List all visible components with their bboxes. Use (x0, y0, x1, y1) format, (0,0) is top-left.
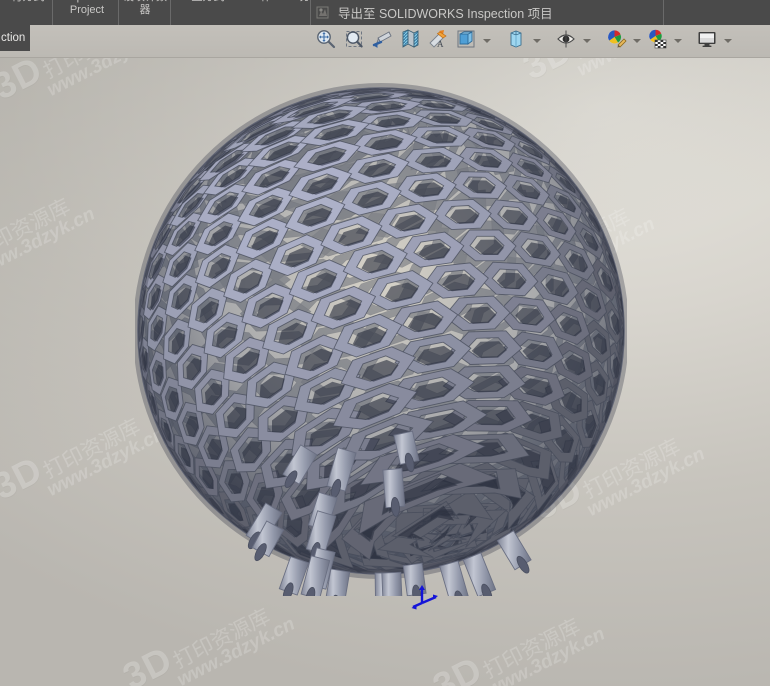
watermark-text: 打印资源库 (568, 58, 675, 65)
ribbon-bar: 付方式 Inspection Project 设项计数 器 显方式 作 分 (0, 0, 770, 25)
ribbon-group-3-line1: 显方式 (192, 0, 225, 3)
ribbon-group-5-line1: 分 (300, 0, 311, 3)
nozzle (439, 560, 469, 596)
ribbon-separator (52, 0, 53, 25)
ribbon-group-2-line1: 设项计数 (123, 0, 167, 3)
watermark-logo: 3D (116, 638, 179, 686)
ribbon-group-1-line2: Project (69, 4, 105, 16)
watermark-text: 打印资源库 (0, 195, 74, 264)
ribbon-separator (310, 0, 311, 25)
watermark-text: 打印资源库 (38, 58, 145, 85)
ribbon-group-1-line1: Inspection (62, 0, 112, 3)
ribbon-group-inspection-project[interactable]: Inspection Project (54, 0, 120, 17)
nozzle (381, 571, 403, 596)
tab-strip: ction (0, 25, 770, 58)
model-lattice-sphere[interactable] (135, 76, 627, 610)
ribbon-group-2[interactable]: 设项计数 器 (120, 0, 170, 17)
watermark-url: www.3dzyk.cn (0, 203, 99, 281)
watermark-logo: 3D (426, 648, 489, 686)
watermark: 3D打印资源库 www.3dzyk.cn (0, 171, 99, 302)
watermark-text: 打印资源库 (39, 415, 144, 484)
ribbon-separator (170, 0, 171, 25)
export-to-inspection-label: 导出至 SOLIDWORKS Inspection 项目 (338, 7, 553, 21)
watermark-url: www.3dzyk.cn (483, 623, 609, 686)
inspection-export-icon (316, 5, 331, 20)
origin-triad (410, 581, 440, 610)
nozzle (462, 552, 497, 596)
watermark-logo: 3D (246, 58, 309, 68)
watermark-text: 打印资源库 (479, 615, 584, 684)
application-window: 付方式 Inspection Project 设项计数 器 显方式 作 分 (0, 0, 770, 686)
watermark-text: 打印资源库 (169, 605, 274, 674)
watermark-url: www.3dzyk.cn (304, 58, 429, 62)
watermark: 3D打印资源库 www.3dzyk.cn (116, 581, 298, 686)
ribbon-separator (118, 0, 119, 25)
tab-inspection[interactable]: ction (0, 25, 30, 51)
graphics-viewport[interactable]: 3D打印资源库 www.3dzyk.cn 3D打印资源库 www.3dzyk.c… (0, 58, 770, 686)
ribbon-group-0-line1: 付方式 (12, 0, 45, 3)
watermark-logo: 3D (0, 58, 49, 108)
watermark-url: www.3dzyk.cn (173, 613, 299, 686)
export-to-inspection-command[interactable]: 导出至 SOLIDWORKS Inspection 项目 (316, 0, 553, 25)
ribbon-group-0[interactable]: 付方式 (0, 0, 56, 4)
ribbon-group-2-line2: 器 (139, 4, 151, 16)
watermark: 3D打印资源库 www.3dzyk.cn (426, 591, 608, 686)
ribbon-separator (663, 0, 664, 25)
nozzle (496, 530, 532, 574)
ribbon-group-3[interactable]: 显方式 (176, 0, 240, 4)
watermark-logo: 3D (0, 448, 49, 508)
